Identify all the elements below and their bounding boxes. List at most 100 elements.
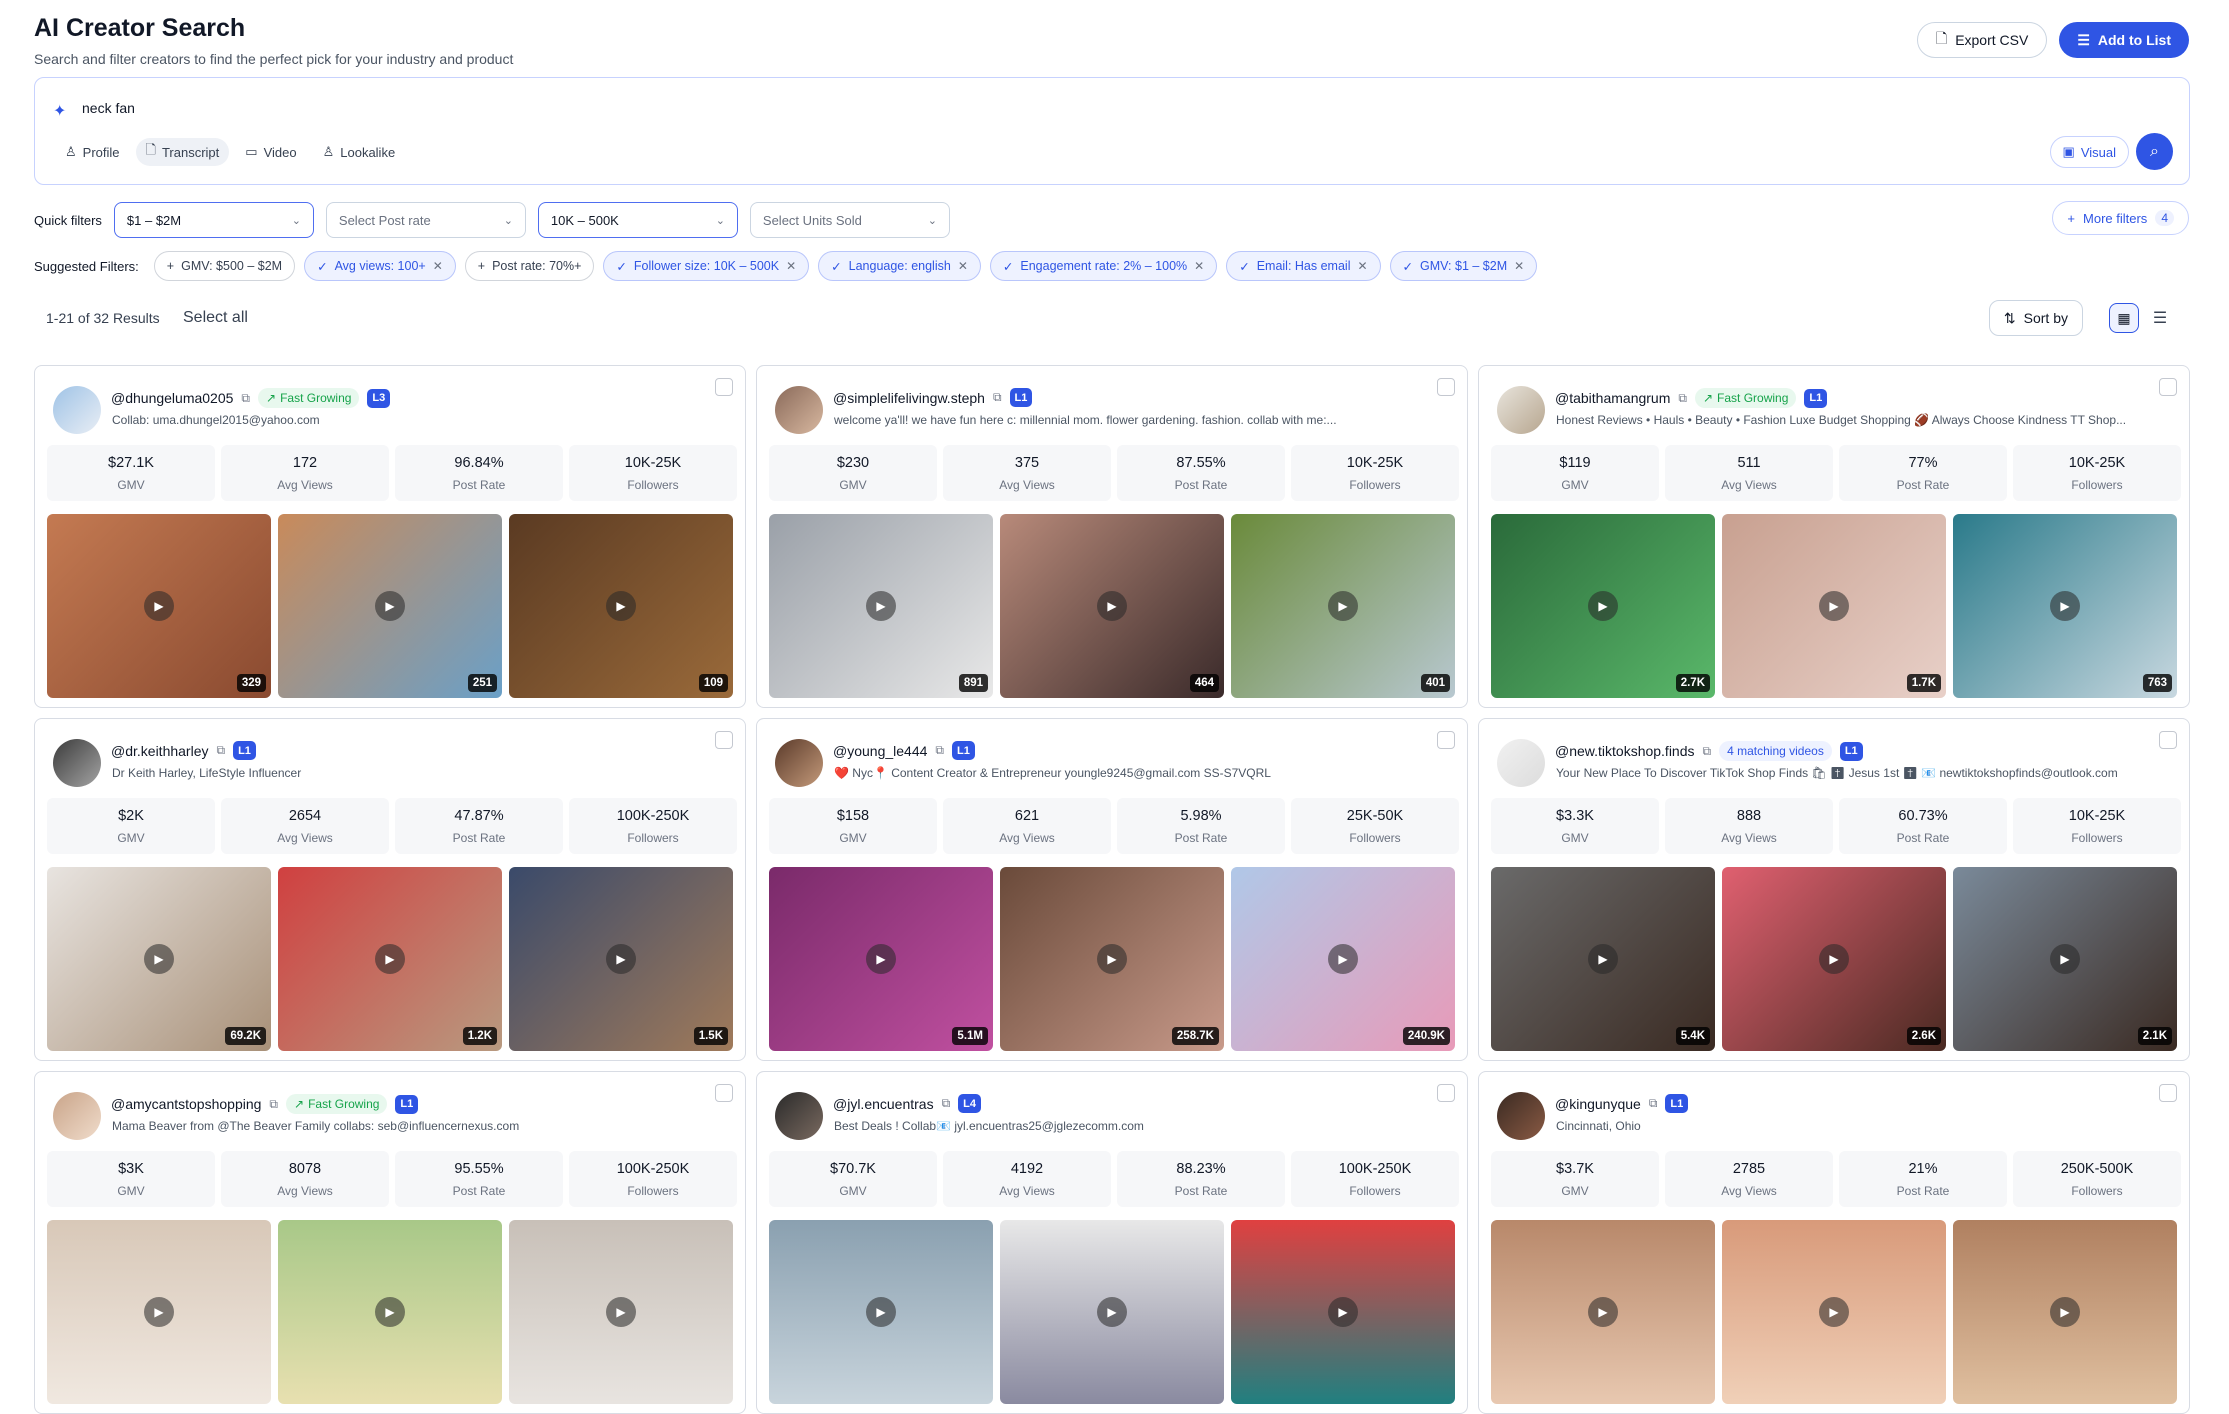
creator-card[interactable]: @simplelifelivingw.steph ⧉ L1 welcome ya'l…: [756, 365, 1468, 708]
suggested-chip[interactable]: + GMV: $500 – $2M: [153, 251, 296, 281]
avatar[interactable]: [53, 386, 101, 434]
suggested-chip[interactable]: ✓ GMV: $1 – $2M ✕: [1389, 251, 1538, 281]
video-thumbnail[interactable]: ▶ 1.7K: [1722, 514, 1946, 698]
video-thumbnail[interactable]: ▶ 763: [1953, 514, 2177, 698]
avatar[interactable]: [1497, 386, 1545, 434]
creator-card[interactable]: @young_le444 ⧉ L1 ❤️ Nyc📍 Content Creator …: [756, 718, 1468, 1061]
video-thumbnail[interactable]: ▶: [509, 1220, 733, 1404]
video-thumbnail[interactable]: ▶ 251: [278, 514, 502, 698]
copy-icon[interactable]: ⧉: [1678, 391, 1687, 406]
video-thumbnail[interactable]: ▶: [1000, 1220, 1224, 1404]
play-icon[interactable]: ▶: [1328, 591, 1358, 621]
creator-handle[interactable]: @dhungeluma0205: [111, 390, 233, 406]
creator-card[interactable]: @dhungeluma0205 ⧉ ↗ Fast Growing L3 Collab: …: [34, 365, 746, 708]
video-thumbnail[interactable]: ▶: [1231, 1220, 1455, 1404]
video-thumbnail[interactable]: ▶: [1953, 1220, 2177, 1404]
video-thumbnail[interactable]: ▶ 2.6K: [1722, 867, 1946, 1051]
close-icon[interactable]: ✕: [433, 259, 443, 273]
creator-card[interactable]: @kingunyque ⧉ L1 Cincinnati, Ohio $3.7K GMV…: [1478, 1071, 2190, 1414]
search-input[interactable]: neck fan: [82, 100, 135, 116]
creator-card[interactable]: @jyl.encuentras ⧉ L4 Best Deals ! Collab📧 …: [756, 1071, 1468, 1414]
copy-icon[interactable]: ⧉: [1649, 1096, 1658, 1111]
select-checkbox[interactable]: [715, 378, 733, 396]
copy-icon[interactable]: ⧉: [993, 390, 1002, 405]
copy-icon[interactable]: ⧉: [1703, 744, 1712, 759]
play-icon[interactable]: ▶: [866, 944, 896, 974]
avatar[interactable]: [1497, 1092, 1545, 1140]
avatar[interactable]: [775, 386, 823, 434]
play-icon[interactable]: ▶: [1819, 1297, 1849, 1327]
video-thumbnail[interactable]: ▶ 5.1M: [769, 867, 993, 1051]
play-icon[interactable]: ▶: [1097, 944, 1127, 974]
close-icon[interactable]: ✕: [1357, 259, 1367, 273]
play-icon[interactable]: ▶: [606, 591, 636, 621]
creator-card[interactable]: @new.tiktokshop.finds ⧉ 4 matching videos L…: [1478, 718, 2190, 1061]
video-thumbnail[interactable]: ▶ 891: [769, 514, 993, 698]
suggested-chip[interactable]: ✓ Language: english ✕: [818, 251, 981, 281]
search-button[interactable]: ⌕: [2136, 133, 2173, 170]
play-icon[interactable]: ▶: [375, 591, 405, 621]
video-thumbnail[interactable]: ▶: [1722, 1220, 1946, 1404]
video-thumbnail[interactable]: ▶: [47, 1220, 271, 1404]
video-thumbnail[interactable]: ▶ 464: [1000, 514, 1224, 698]
visual-button[interactable]: ▣ Visual: [2049, 136, 2129, 168]
tab-profile[interactable]: ♙ Profile: [55, 138, 130, 166]
creator-card[interactable]: @amycantstopshopping ⧉ ↗ Fast Growing L1 Mam…: [34, 1071, 746, 1414]
tab-lookalike[interactable]: ♙ Lookalike: [313, 138, 406, 166]
select-checkbox[interactable]: [1437, 731, 1455, 749]
suggested-chip[interactable]: ✓ Engagement rate: 2% – 100% ✕: [989, 251, 1218, 281]
play-icon[interactable]: ▶: [1328, 1297, 1358, 1327]
suggested-chip[interactable]: ✓ Avg views: 100+ ✕: [304, 251, 456, 281]
video-thumbnail[interactable]: ▶ 109: [509, 514, 733, 698]
creator-card[interactable]: @dr.keithharley ⧉ L1 Dr Keith Harley, Life…: [34, 718, 746, 1061]
video-thumbnail[interactable]: ▶: [1491, 1220, 1715, 1404]
video-thumbnail[interactable]: ▶ 2.1K: [1953, 867, 2177, 1051]
play-icon[interactable]: ▶: [144, 944, 174, 974]
play-icon[interactable]: ▶: [866, 591, 896, 621]
play-icon[interactable]: ▶: [2050, 944, 2080, 974]
video-thumbnail[interactable]: ▶ 240.9K: [1231, 867, 1455, 1051]
play-icon[interactable]: ▶: [144, 1297, 174, 1327]
select-checkbox[interactable]: [2159, 378, 2177, 396]
play-icon[interactable]: ▶: [1097, 591, 1127, 621]
play-icon[interactable]: ▶: [2050, 1297, 2080, 1327]
avatar[interactable]: [53, 1092, 101, 1140]
select-checkbox[interactable]: [1437, 1084, 1455, 1102]
video-thumbnail[interactable]: ▶: [278, 1220, 502, 1404]
play-icon[interactable]: ▶: [1588, 591, 1618, 621]
copy-icon[interactable]: ⧉: [216, 743, 225, 758]
creator-handle[interactable]: @simplelifelivingw.steph: [833, 390, 985, 406]
play-icon[interactable]: ▶: [866, 1297, 896, 1327]
video-thumbnail[interactable]: ▶ 1.2K: [278, 867, 502, 1051]
copy-icon[interactable]: ⧉: [269, 1097, 278, 1112]
more-filters-button[interactable]: + More filters 4: [2052, 201, 2189, 235]
copy-icon[interactable]: ⧉: [935, 743, 944, 758]
units-sold-select[interactable]: Select Units Sold ⌄: [749, 202, 950, 238]
avatar[interactable]: [775, 1092, 823, 1140]
close-icon[interactable]: ✕: [958, 259, 968, 273]
video-thumbnail[interactable]: ▶ 1.5K: [509, 867, 733, 1051]
video-thumbnail[interactable]: ▶ 69.2K: [47, 867, 271, 1051]
video-thumbnail[interactable]: ▶: [769, 1220, 993, 1404]
export-csv-button[interactable]: 🗋 Export CSV: [1916, 22, 2048, 58]
play-icon[interactable]: ▶: [1819, 944, 1849, 974]
followers-select[interactable]: 10K – 500K ⌄: [537, 202, 738, 238]
play-icon[interactable]: ▶: [144, 591, 174, 621]
play-icon[interactable]: ▶: [1588, 944, 1618, 974]
creator-handle[interactable]: @dr.keithharley: [111, 743, 208, 759]
play-icon[interactable]: ▶: [375, 1297, 405, 1327]
select-checkbox[interactable]: [715, 731, 733, 749]
close-icon[interactable]: ✕: [1194, 259, 1204, 273]
video-thumbnail[interactable]: ▶ 2.7K: [1491, 514, 1715, 698]
suggested-chip[interactable]: ✓ Follower size: 10K – 500K ✕: [603, 251, 810, 281]
suggested-chip[interactable]: + Post rate: 70%+: [464, 251, 595, 281]
copy-icon[interactable]: ⧉: [942, 1096, 951, 1111]
avatar[interactable]: [1497, 739, 1545, 787]
gmv-select[interactable]: $1 – $2M ⌄: [113, 202, 314, 238]
creator-handle[interactable]: @amycantstopshopping: [111, 1096, 261, 1112]
suggested-chip[interactable]: ✓ Email: Has email ✕: [1226, 251, 1381, 281]
tab-transcript[interactable]: 🗋 Transcript: [135, 138, 230, 166]
select-all-button[interactable]: Select all: [183, 309, 248, 327]
play-icon[interactable]: ▶: [606, 1297, 636, 1327]
avatar[interactable]: [53, 739, 101, 787]
